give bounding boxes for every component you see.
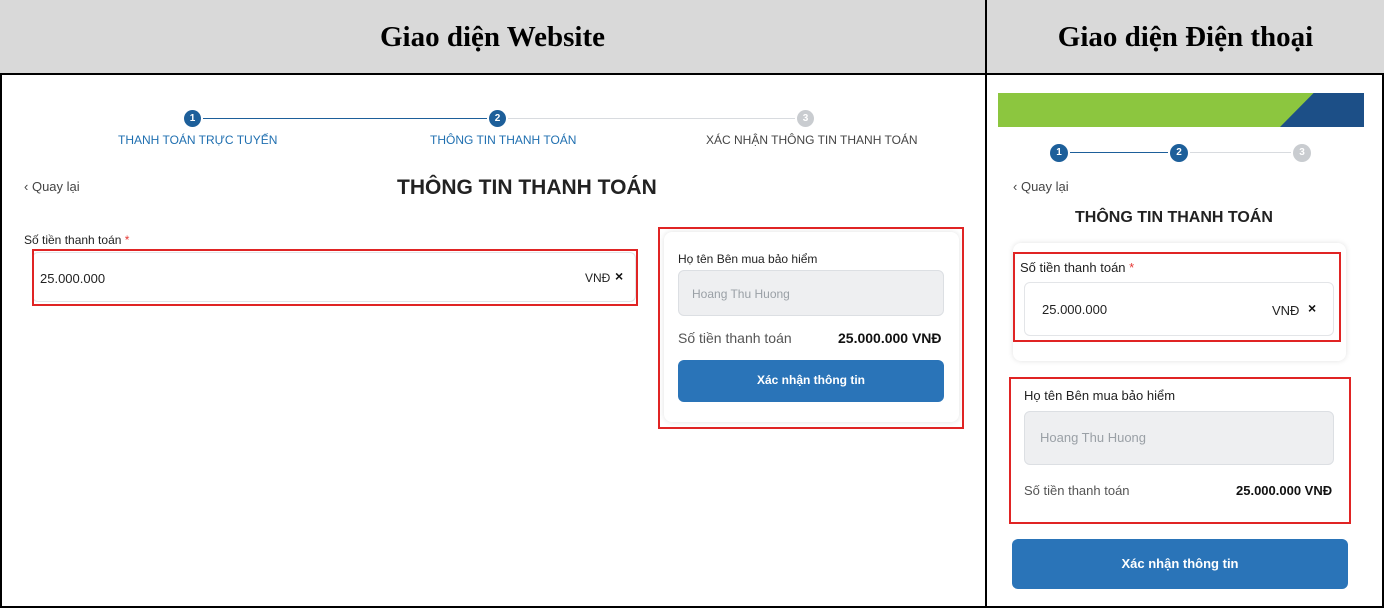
step-3-indicator: 3 [797,110,814,127]
mobile-back-link[interactable]: ‹ Quay lại [1013,179,1069,194]
step-2-indicator: 2 [489,110,506,127]
mobile-step-3-indicator: 3 [1293,144,1311,162]
highlight-amount-web [32,249,638,306]
mobile-back-link-label: Quay lại [1020,179,1069,194]
step-connector [508,118,795,119]
highlight-amount-mobile [1013,252,1341,342]
chevron-left-icon: ‹ [1013,179,1018,194]
amount-label-text: Số tiền thanh toán [24,233,122,247]
column-divider [985,0,987,608]
back-link[interactable]: ‹ Quay lại [24,179,80,194]
step-1-indicator: 1 [184,110,201,127]
step-1-label: THANH TOÁN TRỰC TUYẾN [118,133,278,147]
highlight-summary-web [658,227,964,429]
mobile-page-title: THÔNG TIN THANH TOÁN [1075,209,1273,226]
page-title: THÔNG TIN THANH TOÁN [397,176,657,199]
amount-label: Số tiền thanh toán * [24,233,129,247]
back-link-label: Quay lại [31,179,80,194]
step-connector [203,118,487,119]
mobile-column-title: Giao diện Điện thoại [1057,21,1314,53]
step-2-label: THÔNG TIN THANH TOÁN [430,133,577,147]
table-header-row: Giao diện Website Giao diện Điện thoại [0,0,1384,75]
highlight-summary-mobile [1009,377,1351,524]
mobile-confirm-button[interactable]: Xác nhận thông tin [1012,539,1348,589]
mobile-step-1-indicator: 1 [1050,144,1068,162]
chevron-left-icon: ‹ [24,179,29,194]
step-3-label: XÁC NHẬN THÔNG TIN THANH TOÁN [706,133,918,147]
website-column-title: Giao diện Website [379,21,606,53]
required-mark: * [124,233,130,247]
step-connector [1070,152,1168,153]
step-connector [1190,152,1291,153]
mobile-step-2-indicator: 2 [1170,144,1188,162]
